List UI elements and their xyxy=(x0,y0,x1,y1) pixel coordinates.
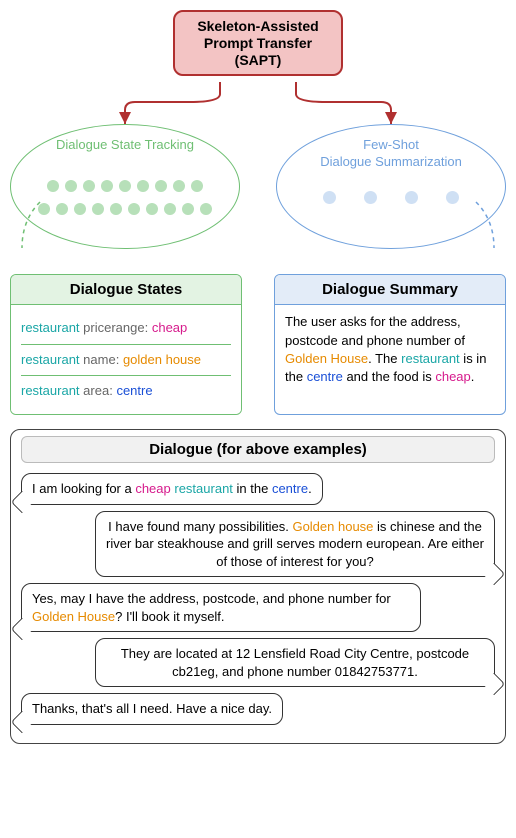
sum-golden-house: Golden House xyxy=(285,351,368,366)
dialogue-box: Dialogue (for above examples) I am looki… xyxy=(10,429,506,744)
ds-slot-text: name xyxy=(83,352,116,367)
bubble-tail-icon xyxy=(11,490,34,513)
ds-domain: restaurant xyxy=(21,320,80,335)
turn-text: Yes, may I have the address, postcode, a… xyxy=(32,591,391,606)
figure-canvas: Skeleton-Assisted Prompt Transfer (SAPT)… xyxy=(0,0,516,754)
dot-icon xyxy=(191,180,203,192)
sum-text: The user asks for the address, postcode … xyxy=(285,314,465,347)
ds-row: restaurant pricerange: cheap xyxy=(21,313,231,343)
dashed-connectors xyxy=(10,200,506,260)
speech-bubble: They are located at 12 Lensfield Road Ci… xyxy=(95,638,495,687)
panels-row: Dialogue States restaurant pricerange: c… xyxy=(10,274,506,415)
turn-restaurant: restaurant xyxy=(174,481,233,496)
speech-bubble: Yes, may I have the address, postcode, a… xyxy=(21,583,421,632)
bubble-tail-icon xyxy=(483,673,506,696)
turn-text: I am looking for a xyxy=(32,481,135,496)
dialogue-states-panel: Dialogue States restaurant pricerange: c… xyxy=(10,274,242,415)
speech-bubble: Thanks, that's all I need. Have a nice d… xyxy=(21,693,283,725)
sapt-box: Skeleton-Assisted Prompt Transfer (SAPT) xyxy=(173,10,343,76)
bubble-tail-icon xyxy=(483,563,506,586)
dot-icon xyxy=(47,180,59,192)
dot-icon xyxy=(101,180,113,192)
sum-text: . The xyxy=(368,351,401,366)
turn-user: Thanks, that's all I need. Have a nice d… xyxy=(21,693,495,725)
dialogue-states-title: Dialogue States xyxy=(11,275,241,305)
turn-text: in the xyxy=(233,481,272,496)
ds-value: cheap xyxy=(152,320,187,335)
turn-system: I have found many possibilities. Golden … xyxy=(21,511,495,578)
sapt-line3: (SAPT) xyxy=(183,52,333,69)
turn-user: I am looking for a cheap restaurant in t… xyxy=(21,473,495,505)
ellipse-left-label: Dialogue State Tracking xyxy=(11,137,239,153)
bubble-tail-icon xyxy=(11,711,34,734)
sapt-line2: Prompt Transfer xyxy=(183,35,333,52)
ds-slot-text: pricerange xyxy=(83,320,144,335)
dot-icon xyxy=(65,180,77,192)
bubble-tail-icon xyxy=(11,618,34,641)
turn-text: I have found many possibilities. xyxy=(108,519,292,534)
dot-icon xyxy=(137,180,149,192)
sum-text: . xyxy=(471,369,475,384)
ds-value: golden house xyxy=(123,352,201,367)
ds-domain: restaurant xyxy=(21,352,80,367)
ellipse-right-line1: Few-Shot xyxy=(277,137,505,153)
dot-icon xyxy=(119,180,131,192)
turn-text: They are located at 12 Lensfield Road Ci… xyxy=(121,646,469,679)
ds-colon: : xyxy=(116,352,123,367)
arrow-row xyxy=(10,84,506,124)
dot-icon xyxy=(173,180,185,192)
turn-cheap: cheap xyxy=(135,481,170,496)
dialogue-summary-title: Dialogue Summary xyxy=(275,275,505,305)
turn-text: . xyxy=(308,481,312,496)
sapt-line1: Skeleton-Assisted xyxy=(183,18,333,35)
turn-system: They are located at 12 Lensfield Road Ci… xyxy=(21,638,495,687)
ds-domain: restaurant xyxy=(21,383,80,398)
dot-icon xyxy=(155,180,167,192)
ds-value: centre xyxy=(116,383,152,398)
dialogue-summary-panel: Dialogue Summary The user asks for the a… xyxy=(274,274,506,415)
ds-colon: : xyxy=(145,320,152,335)
dialogue-states-body: restaurant pricerange: cheap restaurant … xyxy=(11,305,241,414)
ds-row: restaurant area: centre xyxy=(21,375,231,406)
turn-user: Yes, may I have the address, postcode, a… xyxy=(21,583,495,632)
speech-bubble: I am looking for a cheap restaurant in t… xyxy=(21,473,323,505)
sum-centre: centre xyxy=(307,369,343,384)
dialogue-summary-body: The user asks for the address, postcode … xyxy=(275,305,505,394)
speech-bubble: I have found many possibilities. Golden … xyxy=(95,511,495,578)
dot-icon xyxy=(83,180,95,192)
turn-centre: centre xyxy=(272,481,308,496)
turn-golden-house: Golden House xyxy=(32,609,115,624)
ds-slot-text: area xyxy=(83,383,109,398)
ellipse-right-line2: Dialogue Summarization xyxy=(277,154,505,170)
dialogue-title: Dialogue (for above examples) xyxy=(21,436,495,463)
turn-text: ? I'll book it myself. xyxy=(115,609,224,624)
ds-row: restaurant name: golden house xyxy=(21,344,231,375)
sum-text: and the food is xyxy=(343,369,436,384)
turn-text: Thanks, that's all I need. Have a nice d… xyxy=(32,701,272,716)
sum-restaurant: restaurant xyxy=(401,351,460,366)
turn-golden-house: Golden house xyxy=(292,519,373,534)
sum-cheap: cheap xyxy=(435,369,470,384)
